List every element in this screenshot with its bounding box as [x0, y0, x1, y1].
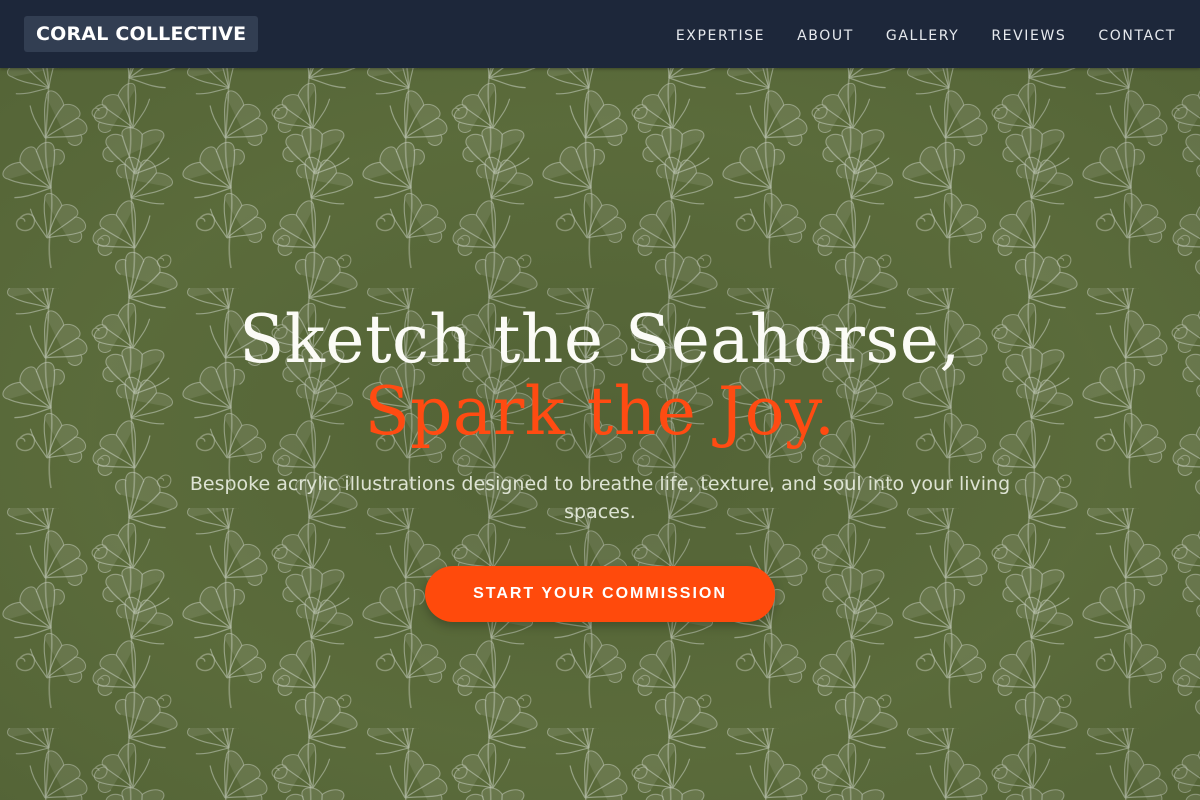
- nav-link-reviews[interactable]: REVIEWS: [991, 28, 1066, 44]
- main-nav: EXPERTISE ABOUT GALLERY REVIEWS CONTACT: [676, 25, 1176, 44]
- nav-link-gallery[interactable]: GALLERY: [886, 28, 959, 44]
- hero-section: Sketch the Seahorse, Spark the Joy. Besp…: [0, 68, 1200, 800]
- hero-headline: Sketch the Seahorse, Spark the Joy.: [0, 304, 1200, 448]
- hero-content: Sketch the Seahorse, Spark the Joy. Besp…: [0, 304, 1200, 622]
- nav-link-contact[interactable]: CONTACT: [1098, 28, 1176, 44]
- nav-link-about[interactable]: ABOUT: [797, 28, 854, 44]
- nav-link-expertise[interactable]: EXPERTISE: [676, 28, 765, 44]
- hero-headline-accent: Spark the Joy.: [364, 373, 836, 450]
- start-commission-button[interactable]: START YOUR COMMISSION: [425, 566, 775, 622]
- top-navbar: CORAL COLLECTIVE EXPERTISE ABOUT GALLERY…: [0, 0, 1200, 68]
- hero-headline-line1: Sketch the Seahorse,: [239, 301, 961, 378]
- nav-links: EXPERTISE ABOUT GALLERY REVIEWS CONTACT: [676, 25, 1176, 44]
- hero-subtitle: Bespoke acrylic illustrations designed t…: [189, 473, 1011, 523]
- brand-logo[interactable]: CORAL COLLECTIVE: [24, 16, 259, 52]
